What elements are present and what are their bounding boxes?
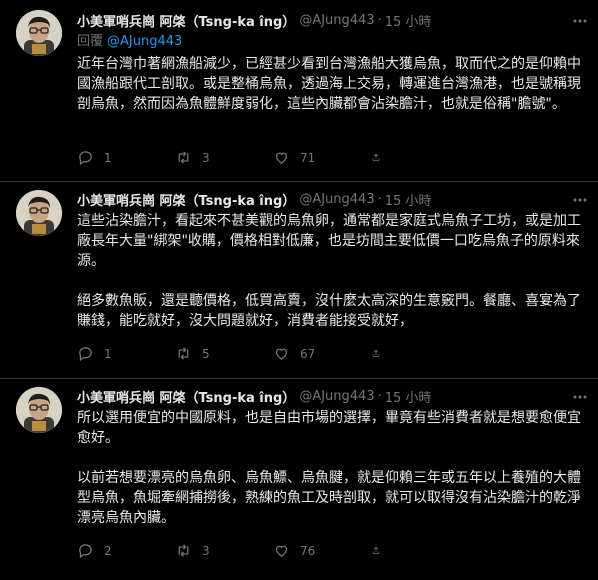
tweet[interactable]: 小美軍哨兵崗 阿棨（Tsng-ka îng） @AJung443 · 15 小時… xyxy=(0,0,598,182)
separator-dot: · xyxy=(377,388,382,404)
author-name[interactable]: 小美軍哨兵崗 阿棨（Tsng-ka îng） xyxy=(77,387,295,406)
author-name[interactable]: 小美軍哨兵崗 阿棨（Tsng-ka îng） xyxy=(77,11,295,30)
retweet-count: 3 xyxy=(202,150,210,165)
reply-count: 2 xyxy=(104,543,112,558)
share-upload-icon xyxy=(372,153,380,161)
retweet-count: 3 xyxy=(202,543,210,558)
like-count: 76 xyxy=(300,543,316,558)
avatar-image xyxy=(16,387,62,433)
avatar[interactable] xyxy=(16,190,62,236)
reply-bubble-icon xyxy=(79,151,92,166)
more-horizontal-icon[interactable] xyxy=(572,13,588,29)
retweet-button[interactable]: 3 xyxy=(175,149,273,166)
reply-count: 1 xyxy=(104,346,112,361)
reply-button[interactable]: 1 xyxy=(77,149,175,166)
tweet-actions: 1 5 67 xyxy=(77,345,391,362)
share-button[interactable] xyxy=(371,542,391,559)
author-name[interactable]: 小美軍哨兵崗 阿棨（Tsng-ka îng） xyxy=(77,190,295,209)
reply-bubble-icon xyxy=(79,544,92,559)
heart-icon xyxy=(275,545,288,557)
like-button[interactable]: 71 xyxy=(273,149,371,166)
tweet-paragraph: 絕多數魚販，還是聽價格，低買高賣，沒什麼太高深的生意竅門。餐廳、喜宴為了賺錢，能… xyxy=(77,293,581,329)
tweet-paragraph: 這些沾染膽汁，看起來不甚美觀的烏魚卵，通常都是家庭式烏魚子工坊，或是加工廠長年大… xyxy=(77,213,581,269)
reply-bubble-icon xyxy=(79,347,92,362)
like-button[interactable]: 76 xyxy=(273,542,371,559)
retweet-arrows-icon xyxy=(178,544,189,557)
more-horizontal-icon[interactable] xyxy=(572,389,588,405)
tweet-paragraph: 以前若想要漂亮的烏魚卵、烏魚鰾、烏魚腱，就是仰賴三年或五年以上養殖的大體型烏魚，… xyxy=(77,470,581,526)
like-count: 67 xyxy=(300,346,316,361)
tweet-text: 所以選用便宜的中國原料，也是自由市場的選擇，畢竟有些消費者就是想要愈便宜愈好。 … xyxy=(77,408,588,528)
replying-to-mention[interactable]: @AJung443 xyxy=(107,34,182,49)
author-handle[interactable]: @AJung443 xyxy=(299,192,374,207)
share-button[interactable] xyxy=(371,149,391,166)
share-upload-icon xyxy=(372,546,380,554)
timestamp[interactable]: 15 小時 xyxy=(385,387,432,406)
share-upload-icon xyxy=(372,349,380,357)
tweet-text: 近年台灣巾著網漁船減少，已經甚少看到台灣漁船大獲烏魚，取而代之的是仰賴中國漁船跟… xyxy=(77,54,588,114)
separator-dot: · xyxy=(377,12,382,28)
retweet-count: 5 xyxy=(202,346,210,361)
like-button[interactable]: 67 xyxy=(273,345,371,362)
replying-label: 回覆 xyxy=(77,34,104,49)
tweet-text: 這些沾染膽汁，看起來不甚美觀的烏魚卵，通常都是家庭式烏魚子工坊，或是加工廠長年大… xyxy=(77,211,588,331)
retweet-arrows-icon xyxy=(178,347,189,360)
reply-button[interactable]: 2 xyxy=(77,542,175,559)
heart-icon xyxy=(275,152,288,164)
separator-dot: · xyxy=(377,191,382,207)
avatar[interactable] xyxy=(16,387,62,433)
retweet-button[interactable]: 3 xyxy=(175,542,273,559)
like-count: 71 xyxy=(300,150,316,165)
tweet-actions: 1 3 71 xyxy=(77,149,391,166)
reply-count: 1 xyxy=(104,150,112,165)
avatar-image xyxy=(16,190,62,236)
reply-button[interactable]: 1 xyxy=(77,345,175,362)
retweet-button[interactable]: 5 xyxy=(175,345,273,362)
tweet-paragraph: 近年台灣巾著網漁船減少，已經甚少看到台灣漁船大獲烏魚，取而代之的是仰賴中國漁船跟… xyxy=(77,56,581,112)
tweet[interactable]: 小美軍哨兵崗 阿棨（Tsng-ka îng） @AJung443 · 15 小時… xyxy=(0,182,598,379)
tweet-paragraph: 所以選用便宜的中國原料，也是自由市場的選擇，畢竟有些消費者就是想要愈便宜愈好。 xyxy=(77,410,581,446)
tweet-actions: 2 3 76 xyxy=(77,542,391,559)
timestamp[interactable]: 15 小時 xyxy=(385,11,432,30)
share-button[interactable] xyxy=(371,345,391,362)
avatar[interactable] xyxy=(16,10,62,56)
retweet-arrows-icon xyxy=(178,151,189,164)
author-handle[interactable]: @AJung443 xyxy=(299,389,374,404)
replying-to-line: 回覆 @AJung443 xyxy=(77,33,588,51)
more-horizontal-icon[interactable] xyxy=(572,192,588,208)
heart-icon xyxy=(275,348,288,360)
author-handle[interactable]: @AJung443 xyxy=(299,13,374,28)
avatar-image xyxy=(16,10,62,56)
timestamp[interactable]: 15 小時 xyxy=(385,190,432,209)
tweet[interactable]: 小美軍哨兵崗 阿棨（Tsng-ka îng） @AJung443 · 15 小時… xyxy=(0,379,598,580)
